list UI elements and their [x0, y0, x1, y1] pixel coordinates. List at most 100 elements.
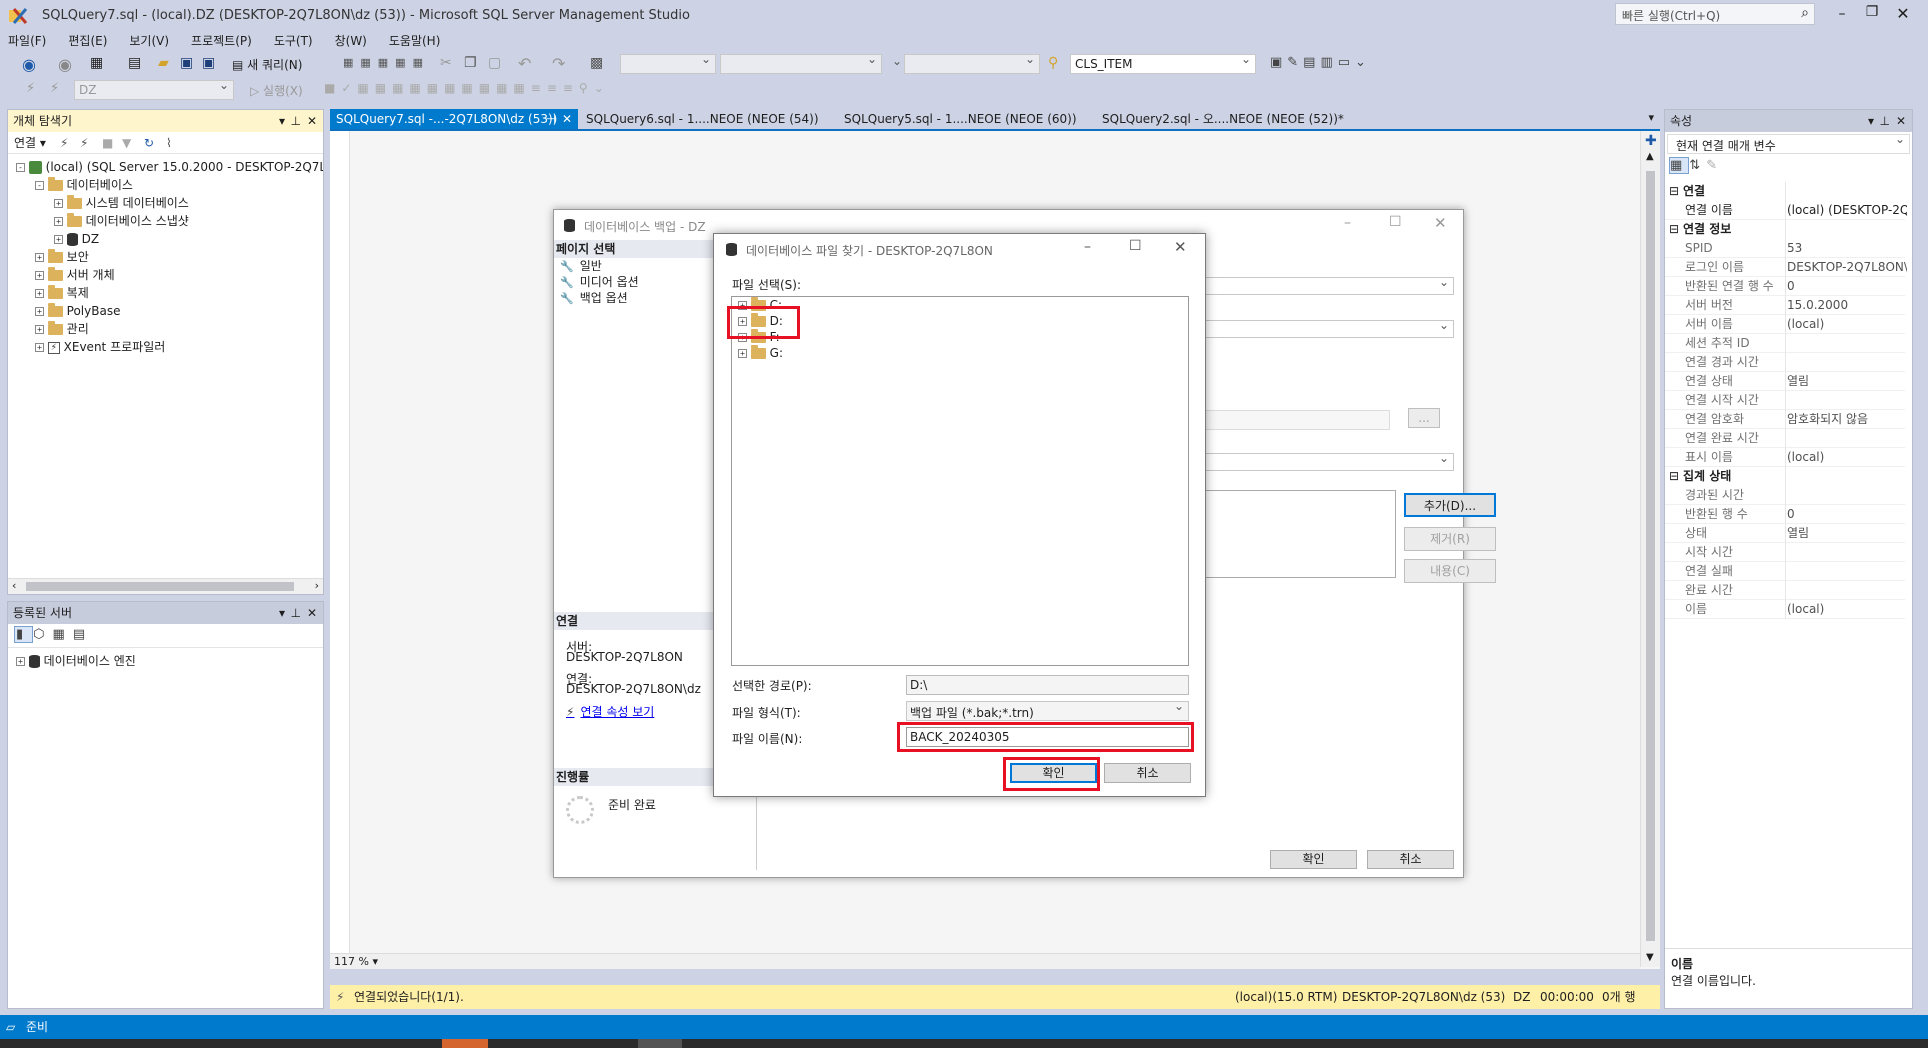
close-pane-icon[interactable]: ✕	[307, 110, 317, 132]
quick-launch-input[interactable]: 빠른 실행(Ctrl+Q) ⌕	[1615, 3, 1815, 25]
expand-icon[interactable]: +	[54, 217, 63, 226]
oe-disconnect-icon[interactable]: ⚡	[80, 132, 88, 154]
pane-dropdown-icon[interactable]: ▾	[279, 602, 285, 624]
solution-config-combo[interactable]	[620, 52, 716, 74]
cut-icon[interactable]: ✂	[440, 55, 452, 71]
new-query-button[interactable]: ▤ 새 쿼리(N)	[232, 56, 302, 73]
pin-icon[interactable]: ⊣	[546, 109, 556, 129]
maximize-button[interactable]: ☐	[1129, 238, 1142, 254]
browse-button[interactable]: ...	[1408, 408, 1440, 428]
database-engine-icon[interactable]: ▮	[14, 626, 34, 643]
pin-icon[interactable]: ⊥	[1880, 110, 1890, 132]
refresh-icon[interactable]: ↻	[144, 132, 154, 154]
expand-icon[interactable]: +	[35, 307, 44, 316]
save-icon[interactable]: ▣	[180, 55, 193, 71]
save-all-icon[interactable]: ▣	[202, 55, 215, 71]
file-name-input[interactable]: BACK_20240305	[906, 727, 1189, 747]
tree-node[interactable]: - 데이터베이스	[16, 176, 323, 194]
menu-item[interactable]: 프로젝트(P)	[191, 31, 262, 51]
document-tab[interactable]: SQLQuery2.sql - 오....NEOE (NEOE (52))*	[1096, 109, 1354, 129]
tree-node[interactable]: + 데이터베이스 스냅샷	[16, 212, 323, 230]
integration-services-icon[interactable]: ▤	[73, 627, 93, 642]
oe-connect-icon[interactable]: ⚡	[60, 132, 68, 154]
document-tab[interactable]: SQLQuery6.sql - 1....NEOE (NEOE (54))	[580, 109, 838, 129]
new-item-icon[interactable]: ▦	[90, 55, 103, 71]
pin-icon[interactable]: ⊥	[291, 602, 301, 624]
connect-icon[interactable]: ⚡	[26, 81, 35, 96]
contents-button[interactable]: 내용(C)	[1404, 559, 1496, 583]
file-type-combo[interactable]: 백업 파일 (*.bak;*.trn)	[906, 699, 1189, 721]
tree-node[interactable]: - (local) (SQL Server 15.0.2000 - DESKTO…	[16, 158, 323, 176]
close-button[interactable]: ✕	[1174, 238, 1187, 256]
expand-icon[interactable]: +	[54, 235, 63, 244]
backup-ok-button[interactable]: 확인	[1270, 850, 1357, 869]
file-ok-button[interactable]: 확인	[1010, 763, 1097, 783]
oe-stop-icon[interactable]: ■	[102, 132, 113, 154]
undo-icon[interactable]: ↶	[518, 54, 531, 73]
toolbar-tools-icons[interactable]: ▣✎▤▥▭⌄	[1270, 55, 1371, 70]
tree-node[interactable]: + 관리	[16, 320, 323, 338]
zoom-combo[interactable]: 117 % ▾	[334, 955, 378, 968]
disconnect-icon[interactable]: ⚡	[50, 81, 59, 96]
close-button[interactable]: ✕	[1434, 214, 1447, 232]
categorized-icon[interactable]: ▦	[1669, 157, 1690, 174]
property-pages-icon[interactable]: ✎	[1706, 158, 1723, 173]
properties-object-combo[interactable]: 현재 연결 매개 변수	[1667, 132, 1910, 154]
expand-icon[interactable]: +	[738, 317, 747, 326]
horizontal-scrollbar[interactable]: ‹ ›	[8, 578, 323, 594]
expand-icon[interactable]: -	[16, 163, 25, 172]
expand-icon[interactable]: +	[35, 289, 44, 298]
database-combo[interactable]: DZ	[74, 78, 234, 100]
activity-icon[interactable]: ⌇	[166, 132, 172, 154]
tree-node[interactable]: + 서버 개체	[16, 266, 323, 284]
menu-item[interactable]: 편집(E)	[68, 31, 117, 51]
close-window-button[interactable]: ✕	[1893, 4, 1913, 23]
pin-icon[interactable]: ⊥	[291, 110, 301, 132]
filter-icon[interactable]: ▼	[122, 132, 131, 154]
collapse-icon[interactable]: ⊟	[1669, 467, 1679, 486]
expand-icon[interactable]: +	[738, 349, 747, 358]
collapse-icon[interactable]: ⊟	[1669, 220, 1679, 239]
backup-cancel-button[interactable]: 취소	[1367, 850, 1454, 869]
expand-icon[interactable]: +	[35, 343, 44, 352]
expand-icon[interactable]: -	[35, 181, 44, 190]
expand-icon[interactable]: +	[35, 271, 44, 280]
drive-node[interactable]: + C:	[738, 297, 1188, 313]
menu-item[interactable]: 창(W)	[335, 31, 377, 51]
maximize-button[interactable]: ☐	[1389, 214, 1402, 230]
drive-node[interactable]: + D:	[738, 313, 1188, 329]
forward-icon[interactable]: ◉	[58, 55, 72, 74]
document-tab[interactable]: SQLQuery5.sql - 1....NEOE (NEOE (60))	[838, 109, 1096, 129]
tree-node[interactable]: + PolyBase	[16, 302, 323, 320]
redo-icon[interactable]: ↷	[552, 54, 565, 73]
open-file-icon[interactable]: ▰	[158, 55, 169, 71]
tree-node[interactable]: + 보안	[16, 248, 323, 266]
connect-dropdown[interactable]: 연결 ▾	[14, 136, 46, 150]
mdx-query-icons[interactable]: ▦▦▦▦▦	[343, 56, 430, 69]
menu-item[interactable]: 도움말(H)	[389, 31, 451, 51]
expand-icon[interactable]: +	[35, 253, 44, 262]
expand-icon[interactable]: +	[54, 199, 63, 208]
pane-dropdown-icon[interactable]: ▾	[279, 110, 285, 132]
expand-icon[interactable]: +	[738, 301, 747, 310]
tree-node[interactable]: + ⚡ XEvent 프로파일러	[16, 338, 323, 356]
copy-icon[interactable]: ❐	[464, 55, 477, 71]
tree-node[interactable]: + DZ	[16, 230, 323, 248]
add-item-icon[interactable]: ▤	[128, 55, 141, 71]
restore-button[interactable]: ❐	[1862, 4, 1882, 20]
sql-editor-tool-icons[interactable]: ■✓▦▦▦▦▦▦▦▦▦▦≡≡≡⚲⌄	[324, 81, 610, 95]
reporting-services-icon[interactable]: ▦	[53, 627, 73, 642]
expand-icon[interactable]: +	[738, 333, 747, 342]
paste-icon[interactable]: ▢	[488, 55, 501, 71]
menu-item[interactable]: 파일(F)	[8, 31, 56, 51]
add-destination-button[interactable]: 추가(D)...	[1404, 493, 1496, 517]
pane-dropdown-icon[interactable]: ▾	[1868, 110, 1874, 132]
expand-icon[interactable]: +	[35, 325, 44, 334]
find-combo[interactable]: CLS_ITEM	[1070, 52, 1256, 74]
back-icon[interactable]: ◉	[22, 55, 36, 74]
dropdown-icon[interactable]: ⌄	[892, 54, 902, 68]
close-pane-icon[interactable]: ✕	[307, 602, 317, 624]
activity-monitor-icon[interactable]: ▩	[590, 55, 603, 71]
minimize-button[interactable]: –	[1084, 239, 1091, 255]
startup-combo[interactable]	[904, 52, 1040, 74]
